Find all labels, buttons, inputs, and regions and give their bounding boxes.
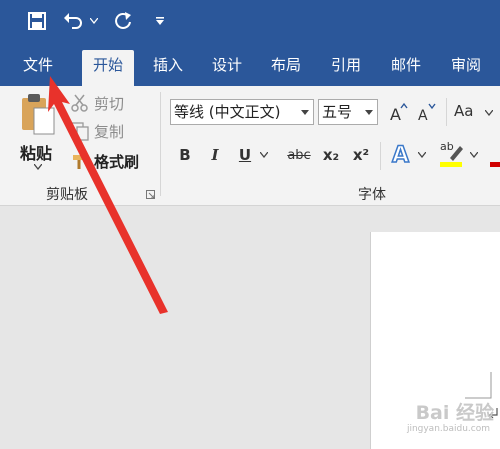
italic-button[interactable]: I (206, 144, 224, 166)
cut-button[interactable]: 剪切 (70, 92, 124, 114)
shrink-font-button[interactable]: A (416, 100, 438, 124)
highlight-button[interactable]: ab (438, 140, 466, 168)
save-icon[interactable] (24, 8, 50, 34)
tab-review[interactable]: 审阅 (440, 50, 492, 86)
svg-text:A: A (390, 105, 401, 124)
paste-icon (22, 94, 55, 135)
shrink-font-icon: A (418, 103, 436, 124)
ribbon: 粘贴 剪切 复制 格式刷 剪贴板 等线 (中文正文) 五号 A A Aa B I… (0, 86, 500, 206)
tab-mailings[interactable]: 邮件 (380, 50, 432, 86)
underline-dropdown-icon[interactable] (260, 152, 268, 158)
change-case-label: Aa (454, 102, 474, 120)
font-size-value: 五号 (322, 103, 353, 121)
font-group-label: 字体 (358, 187, 386, 203)
ribbon-tabs: 文件 开始 插入 设计 布局 引用 邮件 审阅 (0, 42, 500, 86)
text-effects-dropdown-icon[interactable] (418, 152, 426, 158)
tab-references[interactable]: 引用 (320, 50, 372, 86)
format-painter-label: 格式刷 (94, 152, 140, 171)
format-painter-icon (73, 155, 86, 169)
font-separator (446, 98, 447, 126)
tab-design[interactable]: 设计 (201, 50, 253, 86)
chevron-down-icon (301, 110, 309, 115)
superscript-button[interactable]: x² (350, 144, 372, 166)
dialog-launcher-icon[interactable] (146, 190, 156, 200)
svg-text:A: A (392, 143, 409, 168)
chevron-down-icon[interactable] (34, 164, 42, 170)
tab-file[interactable]: 文件 (12, 50, 64, 86)
change-case-button[interactable]: Aa (454, 102, 498, 124)
strikethrough-button[interactable]: abc (284, 144, 314, 166)
font-name-value: 等线 (中文正文) (174, 103, 281, 121)
subscript-button[interactable]: x₂ (320, 144, 342, 166)
grow-font-button[interactable]: A (388, 100, 410, 124)
tab-insert[interactable]: 插入 (142, 50, 194, 86)
redo-icon[interactable] (110, 8, 136, 34)
customize-icon[interactable] (150, 8, 170, 34)
watermark: Bai 经验 jingyan.baidu.com (407, 398, 494, 434)
highlighter-icon (440, 146, 463, 167)
text-effects-button[interactable]: A (390, 140, 416, 169)
highlight-dropdown-icon[interactable] (470, 152, 478, 158)
copy-icon (71, 122, 89, 141)
watermark-logo-text: Bai 经验 (415, 402, 494, 424)
font-size-combobox[interactable]: 五号 (318, 99, 378, 125)
clipboard-group-label: 剪贴板 (46, 187, 88, 203)
chevron-down-icon (365, 110, 373, 115)
paste-button[interactable]: 粘贴 (14, 92, 64, 172)
underline-button[interactable]: U (236, 144, 254, 166)
chevron-down-icon (485, 110, 493, 116)
paste-label: 粘贴 (20, 144, 53, 163)
font-color-button[interactable] (486, 140, 500, 168)
scissors-icon (71, 94, 88, 112)
group-separator (160, 92, 161, 196)
copy-label: 复制 (94, 122, 125, 141)
text-effects-icon: A (391, 142, 410, 169)
font-name-combobox[interactable]: 等线 (中文正文) (170, 99, 314, 125)
bold-button[interactable]: B (176, 144, 194, 166)
copy-button[interactable]: 复制 (70, 120, 124, 142)
undo-icon[interactable] (60, 8, 86, 34)
quick-access-toolbar (0, 0, 500, 42)
tab-home[interactable]: 开始 (82, 50, 134, 86)
grow-font-icon: A (390, 102, 408, 124)
cut-label: 剪切 (94, 94, 125, 113)
tab-layout[interactable]: 布局 (260, 50, 312, 86)
undo-dropdown-icon[interactable] (88, 8, 100, 34)
format-painter-button[interactable]: 格式刷 (70, 150, 139, 172)
font-separator (380, 142, 381, 170)
svg-text:A: A (418, 108, 428, 124)
watermark-url: jingyan.baidu.com (406, 424, 490, 434)
font-color-icon (490, 162, 500, 167)
